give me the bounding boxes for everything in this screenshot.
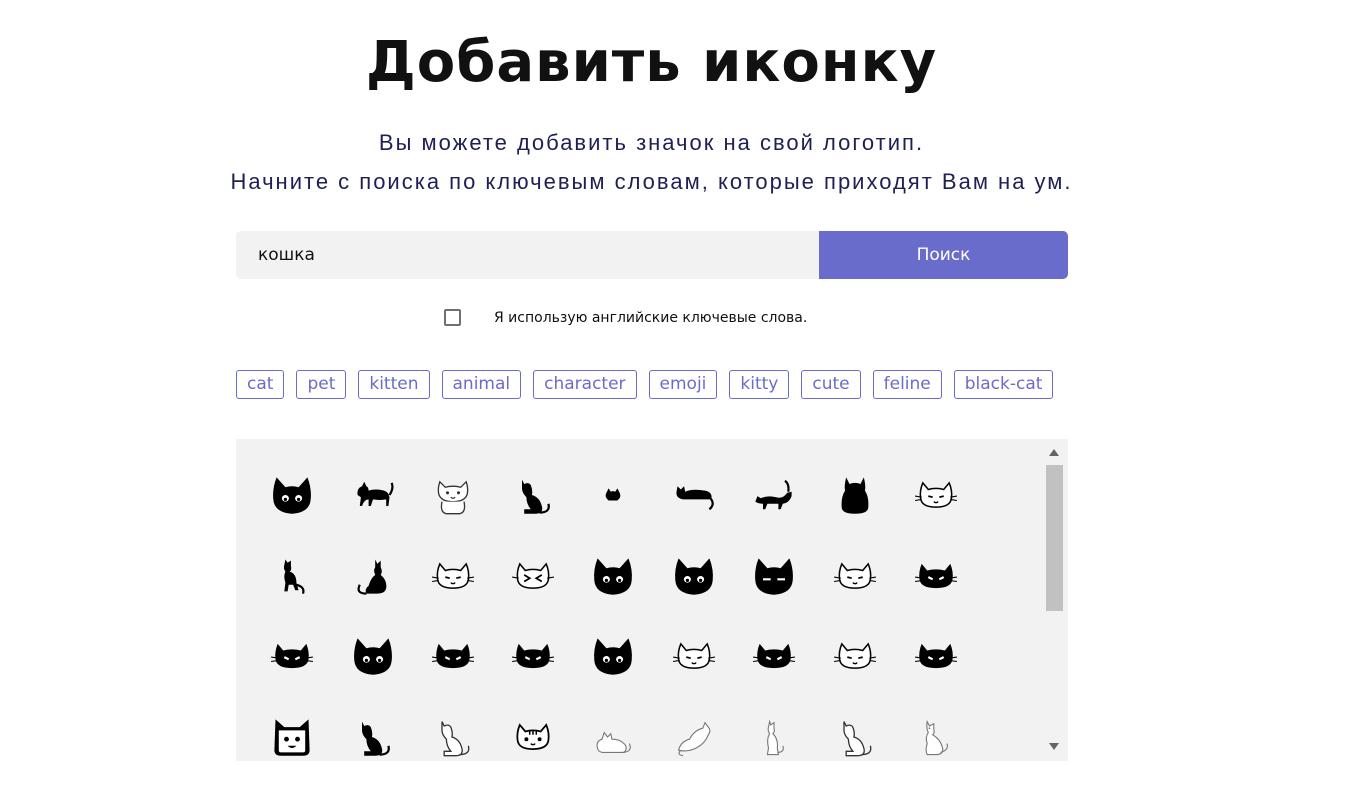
icon-result-1-3[interactable] [503, 546, 563, 606]
icon-result-3-0[interactable] [262, 707, 322, 761]
icon-result-3-7[interactable] [825, 707, 885, 761]
icon-result-3-3[interactable] [503, 707, 563, 761]
scroll-down-arrow-icon[interactable] [1049, 743, 1059, 750]
icon-result-1-8[interactable] [906, 546, 966, 606]
cat-face-outline-icon [915, 481, 957, 508]
fat-cat-icon [841, 477, 869, 514]
standing-cat-icon [283, 559, 305, 594]
icon-result-1-0[interactable] [262, 546, 322, 606]
small-cat-icon [605, 488, 621, 501]
icon-result-2-5[interactable] [664, 626, 724, 686]
icon-result-0-4[interactable] [583, 465, 643, 525]
black-cat-face-wide-icon [432, 643, 474, 669]
cat-face-outline-icon [673, 642, 715, 669]
icon-result-3-4[interactable] [583, 707, 643, 761]
cat-face-outline-icon [834, 562, 876, 589]
tag-character[interactable]: character [533, 370, 637, 399]
icon-result-2-3[interactable] [503, 626, 563, 686]
icon-result-2-8[interactable] [906, 626, 966, 686]
tag-cat[interactable]: cat [236, 370, 285, 399]
tag-pet[interactable]: pet [296, 370, 347, 399]
icon-result-3-5[interactable] [664, 707, 724, 761]
walking-cat-icon [357, 481, 394, 506]
icon-result-3-2[interactable] [423, 707, 483, 761]
sitting-cat-back-icon [357, 559, 387, 595]
black-cat-face-wide-icon [512, 643, 554, 669]
icon-result-3-8[interactable] [906, 707, 966, 761]
black-cat-face-wide-icon [271, 643, 313, 669]
striped-cat-face-icon [516, 723, 550, 750]
tag-kitty[interactable]: kitty [729, 370, 790, 399]
black-cat-face-icon [675, 558, 713, 595]
sitting-cat-icon [362, 721, 390, 756]
black-cat-face-wide-icon [915, 563, 957, 589]
black-cat-face-icon [594, 558, 632, 595]
playing-cat-outline-icon [677, 721, 711, 757]
black-cat-face-wide-icon [753, 643, 795, 669]
icon-result-0-6[interactable] [744, 465, 804, 525]
tag-animal[interactable]: animal [441, 370, 522, 399]
icon-result-0-7[interactable] [825, 465, 885, 525]
scroll-up-arrow-icon[interactable] [1049, 449, 1059, 456]
cat-face-outline-icon [432, 562, 474, 589]
icon-result-2-7[interactable] [825, 626, 885, 686]
english-keywords-label: Я использую английские ключевые слова. [494, 309, 808, 326]
sitting-cat-outline-icon [843, 721, 872, 757]
lying-cat-outline-icon [596, 731, 631, 753]
english-keywords-option: Я использую английские ключевые слова. [444, 309, 807, 326]
page-title: Добавить иконку [365, 30, 938, 95]
icon-result-0-5[interactable] [664, 465, 724, 525]
icon-result-1-1[interactable] [343, 546, 403, 606]
scroll-thumb[interactable] [1046, 465, 1063, 611]
subtitle-line-1: Вы можете добавить значок на свой логоти… [378, 130, 925, 155]
icon-result-1-2[interactable] [423, 546, 483, 606]
icon-result-3-6[interactable] [744, 707, 804, 761]
cat-face-squint-icon [512, 562, 554, 589]
black-cat-face-icon [354, 638, 392, 675]
black-cat-face-icon [594, 638, 632, 675]
icon-result-1-4[interactable] [583, 546, 643, 606]
tag-feline[interactable]: feline [872, 370, 942, 399]
cat-outline-icon [925, 719, 948, 756]
tag-kitten[interactable]: kitten [358, 370, 430, 399]
sitting-cat-outline-icon [441, 721, 470, 757]
black-cat-face-icon [273, 477, 311, 514]
keyword-tags: cat pet kitten animal character emoji ki… [236, 370, 1054, 399]
icon-grid-scrollbar[interactable] [1044, 439, 1066, 761]
search-button[interactable]: Поиск [819, 231, 1068, 279]
stretching-cat-icon [755, 479, 792, 510]
icon-result-0-2[interactable] [423, 465, 483, 525]
search-input[interactable] [236, 231, 819, 279]
icon-result-1-7[interactable] [825, 546, 885, 606]
english-keywords-checkbox[interactable] [444, 309, 461, 326]
icon-result-0-0[interactable] [262, 465, 322, 525]
cat-face-outline-icon [834, 642, 876, 669]
icon-result-2-6[interactable] [744, 626, 804, 686]
subtitle-line-2: Начните с поиска по ключевым словам, кот… [230, 169, 1073, 194]
sitting-cat-icon [522, 479, 550, 514]
icon-result-0-3[interactable] [503, 465, 563, 525]
icon-result-3-1[interactable] [343, 707, 403, 761]
tag-emoji[interactable]: emoji [648, 370, 718, 399]
icon-result-1-6[interactable] [744, 546, 804, 606]
black-cat-face-sleepy-icon [755, 558, 793, 595]
icon-result-2-1[interactable] [343, 626, 403, 686]
icon-result-2-2[interactable] [423, 626, 483, 686]
icon-result-2-0[interactable] [262, 626, 322, 686]
icon-result-1-5[interactable] [664, 546, 724, 606]
icon-results-grid [236, 439, 1068, 761]
icon-result-2-4[interactable] [583, 626, 643, 686]
tag-cute[interactable]: cute [801, 370, 861, 399]
tag-black-cat[interactable]: black-cat [953, 370, 1054, 399]
lying-cat-icon [676, 486, 714, 511]
icon-result-0-8[interactable] [906, 465, 966, 525]
search-bar: Поиск [236, 231, 1068, 279]
square-cat-face-icon [274, 719, 310, 756]
cute-cat-outline-icon [437, 480, 469, 515]
thin-cat-outline-icon [766, 719, 784, 756]
icon-result-0-1[interactable] [343, 465, 403, 525]
black-cat-face-wide-icon [915, 643, 957, 669]
